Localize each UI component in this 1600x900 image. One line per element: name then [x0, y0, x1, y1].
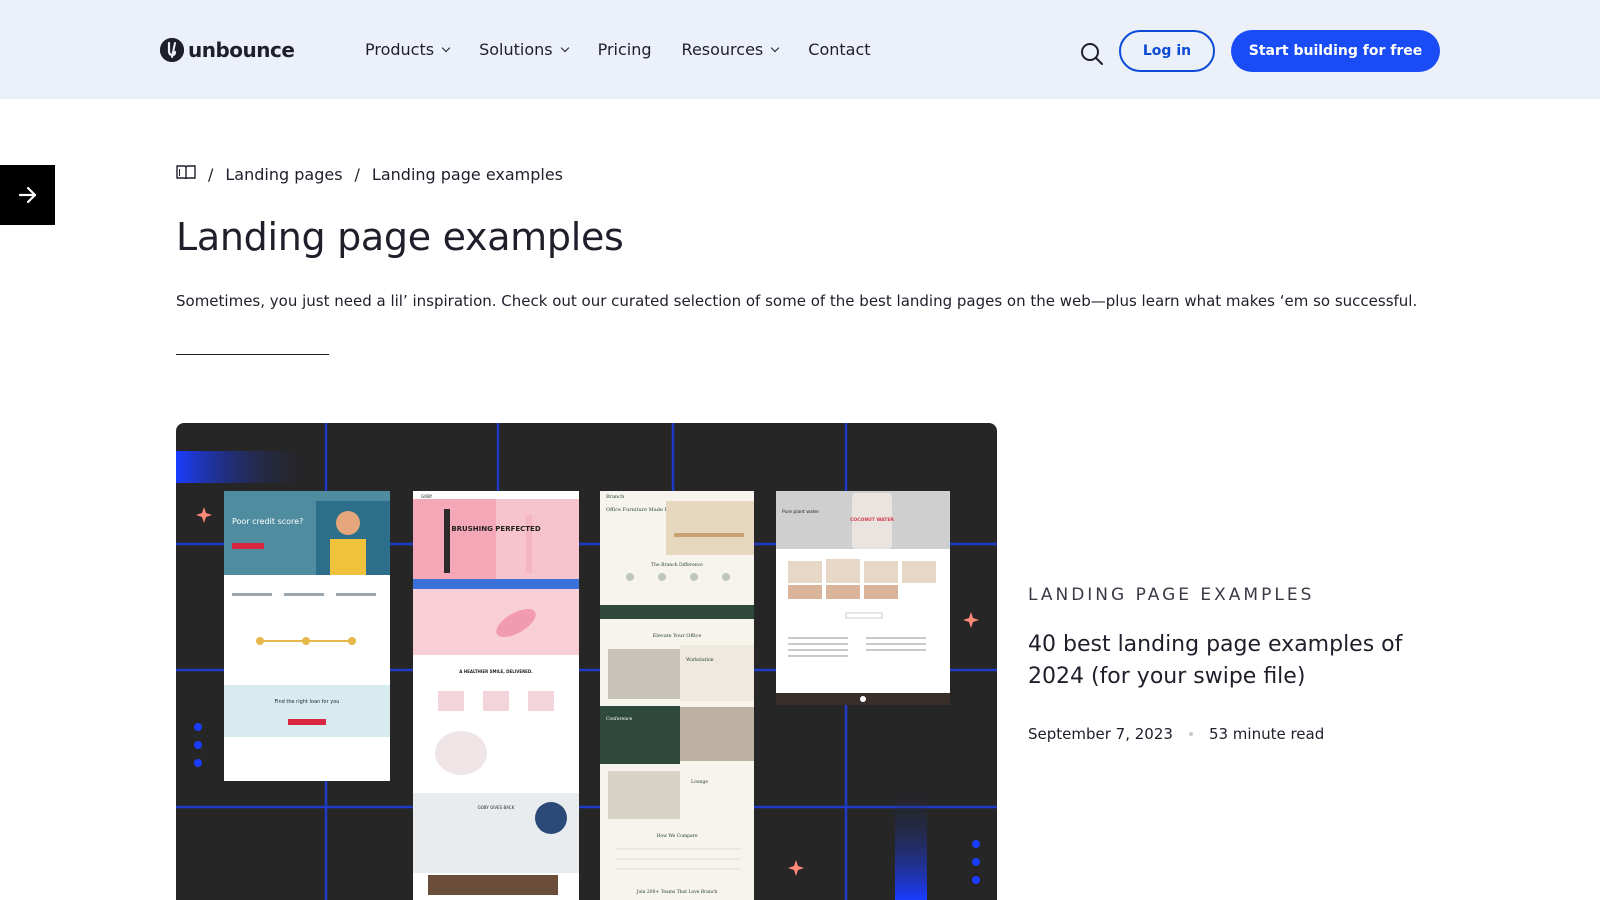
landing-page-collage: Poor credit score? Find the right loan f…	[176, 423, 997, 900]
arrow-right-icon	[18, 186, 36, 204]
breadcrumb-separator: /	[354, 164, 360, 184]
svg-text:Find the right loan for you: Find the right loan for you	[275, 699, 340, 705]
page-intro: Sometimes, you just need a lil’ inspirat…	[176, 292, 1418, 310]
svg-text:Workstation: Workstation	[686, 657, 714, 663]
breadcrumb-separator: /	[208, 164, 214, 184]
nav-label: Pricing	[597, 40, 652, 59]
start-building-button[interactable]: Start building for free	[1231, 30, 1440, 72]
svg-text:Poor credit score?: Poor credit score?	[232, 517, 303, 526]
nav-item-pricing[interactable]: Pricing	[598, 40, 652, 59]
logo-wordmark: unbounce	[188, 38, 295, 62]
thumbnail-branch: Branch Office Furniture Made Easy The Br…	[600, 491, 754, 900]
article-title-link[interactable]: 40 best landing page examples of 2024 (f…	[1028, 629, 1448, 693]
nav-label: Resources	[681, 40, 764, 59]
svg-text:Pure plant water: Pure plant water	[782, 509, 819, 515]
unbounce-logo-icon	[160, 38, 184, 62]
article-date: September 7, 2023	[1028, 725, 1173, 743]
login-button[interactable]: Log in	[1119, 30, 1215, 72]
main-nav: Products Solutions Pricing Resources Con…	[365, 40, 901, 59]
thumbnail-goby: BRUSHING PERFECTED GOBY A HEALTHIER SMIL…	[413, 491, 579, 900]
unbounce-logo[interactable]: unbounce	[160, 38, 295, 62]
thumbnail-credit: Poor credit score? Find the right loan f…	[224, 491, 390, 781]
sidebar-toggle-button[interactable]	[0, 165, 55, 225]
article-meta: September 7, 2023 53 minute read	[1028, 725, 1448, 743]
chevron-down-icon	[771, 43, 780, 53]
breadcrumb: / Landing pages / Landing page examples	[176, 164, 563, 184]
svg-text:Elevate Your Office: Elevate Your Office	[653, 633, 702, 639]
nav-item-contact[interactable]: Contact	[808, 40, 870, 59]
article-category[interactable]: Landing page examples	[1028, 585, 1448, 605]
site-header: unbounce Products Solutions Pricing Reso…	[0, 0, 1600, 99]
nav-label: Products	[365, 40, 435, 59]
svg-text:GOBY GIVES BACK: GOBY GIVES BACK	[478, 805, 515, 810]
nav-label: Solutions	[479, 40, 553, 59]
divider	[176, 354, 329, 355]
nav-label: Contact	[808, 40, 871, 59]
svg-text:Lounge: Lounge	[691, 779, 708, 785]
featured-article-meta: Landing page examples 40 best landing pa…	[1028, 585, 1448, 743]
svg-text:BRUSHING PERFECTED: BRUSHING PERFECTED	[451, 525, 541, 533]
chevron-down-icon	[441, 43, 451, 53]
meta-separator-dot	[1188, 732, 1193, 736]
nav-item-resources[interactable]: Resources	[681, 40, 780, 59]
svg-text:Conference: Conference	[606, 716, 633, 722]
svg-text:How We Compare: How We Compare	[656, 833, 697, 839]
svg-text:Branch: Branch	[606, 494, 625, 500]
svg-text:GOBY: GOBY	[421, 494, 433, 499]
page-title: Landing page examples	[176, 215, 624, 259]
svg-text:A HEALTHIER SMILE, DELIVERED.: A HEALTHIER SMILE, DELIVERED.	[459, 669, 533, 674]
svg-text:Join 200+ Teams That Love Bran: Join 200+ Teams That Love Branch	[636, 889, 718, 895]
article-read-time: 53 minute read	[1208, 725, 1325, 743]
breadcrumb-landing-pages[interactable]: Landing pages	[225, 165, 342, 184]
svg-text:The Branch Difference: The Branch Difference	[651, 562, 703, 568]
breadcrumb-current: Landing page examples	[371, 164, 564, 184]
nav-item-solutions[interactable]: Solutions	[479, 40, 569, 59]
thumbnail-coconut-water: COCONUT WATER Pure plant water	[776, 491, 950, 705]
search-icon[interactable]	[1080, 42, 1104, 66]
featured-article-image[interactable]: Poor credit score? Find the right loan f…	[176, 423, 997, 900]
book-icon[interactable]	[176, 164, 196, 184]
svg-text:COCONUT WATER: COCONUT WATER	[850, 517, 894, 523]
chevron-down-icon	[560, 43, 569, 53]
nav-item-products[interactable]: Products	[365, 40, 451, 59]
